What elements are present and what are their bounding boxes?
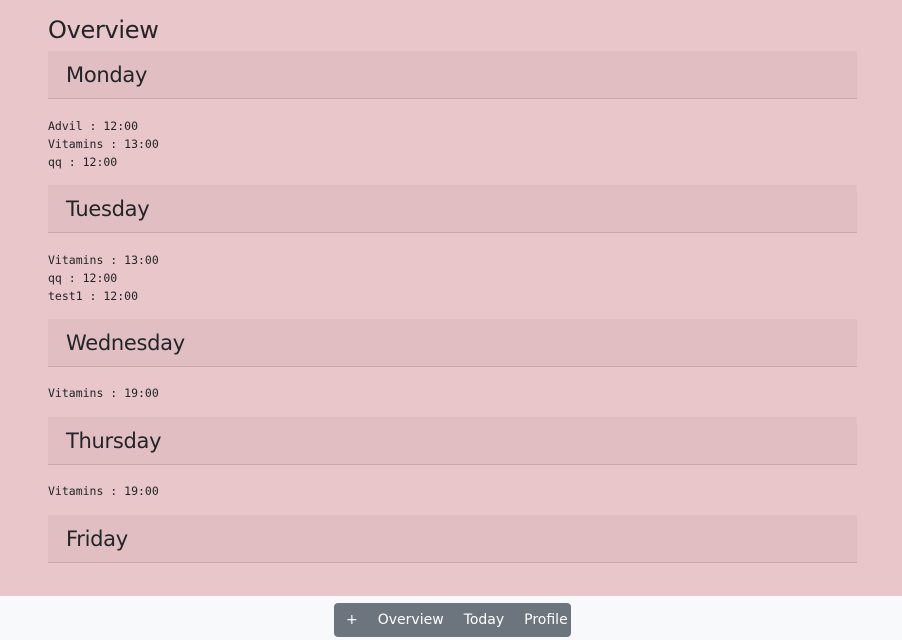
today-nav-button[interactable]: Today — [454, 603, 515, 637]
list-item: qq : 12:00 — [48, 155, 118, 169]
profile-nav-button[interactable]: Profile — [514, 603, 578, 637]
day-items-wednesday: Vitamins : 19:00 — [48, 384, 159, 402]
day-header-wednesday: Wednesday — [48, 319, 857, 367]
main-content: Overview Monday Advil : 12:00 Vitamins :… — [0, 0, 902, 596]
list-item: Vitamins : 13:00 — [48, 137, 159, 151]
list-item: Vitamins : 19:00 — [48, 386, 159, 400]
list-item: Vitamins : 19:00 — [48, 484, 159, 498]
day-title: Wednesday — [66, 331, 185, 355]
day-items-tuesday: Vitamins : 13:00 qq : 12:00 test1 : 12:0… — [48, 251, 159, 305]
day-title: Monday — [66, 63, 148, 87]
day-header-monday: Monday — [48, 51, 857, 99]
overview-nav-button[interactable]: Overview — [368, 603, 454, 637]
bottom-nav-bar: + Overview Today Profile — [0, 596, 902, 640]
page-title: Overview — [48, 16, 159, 44]
day-title: Friday — [66, 527, 128, 551]
list-item: Vitamins : 13:00 — [48, 253, 159, 267]
day-title: Tuesday — [66, 197, 150, 221]
day-header-thursday: Thursday — [48, 417, 857, 465]
day-header-tuesday: Tuesday — [48, 185, 857, 233]
list-item: test1 : 12:00 — [48, 289, 139, 303]
add-button[interactable]: + — [334, 603, 368, 637]
list-item: qq : 12:00 — [48, 271, 118, 285]
day-title: Thursday — [66, 429, 162, 453]
day-header-friday: Friday — [48, 515, 857, 563]
list-item: Advil : 12:00 — [48, 119, 139, 133]
nav-button-group: + Overview Today Profile — [334, 603, 571, 637]
day-items-thursday: Vitamins : 19:00 — [48, 482, 159, 500]
day-items-monday: Advil : 12:00 Vitamins : 13:00 qq : 12:0… — [48, 117, 159, 171]
